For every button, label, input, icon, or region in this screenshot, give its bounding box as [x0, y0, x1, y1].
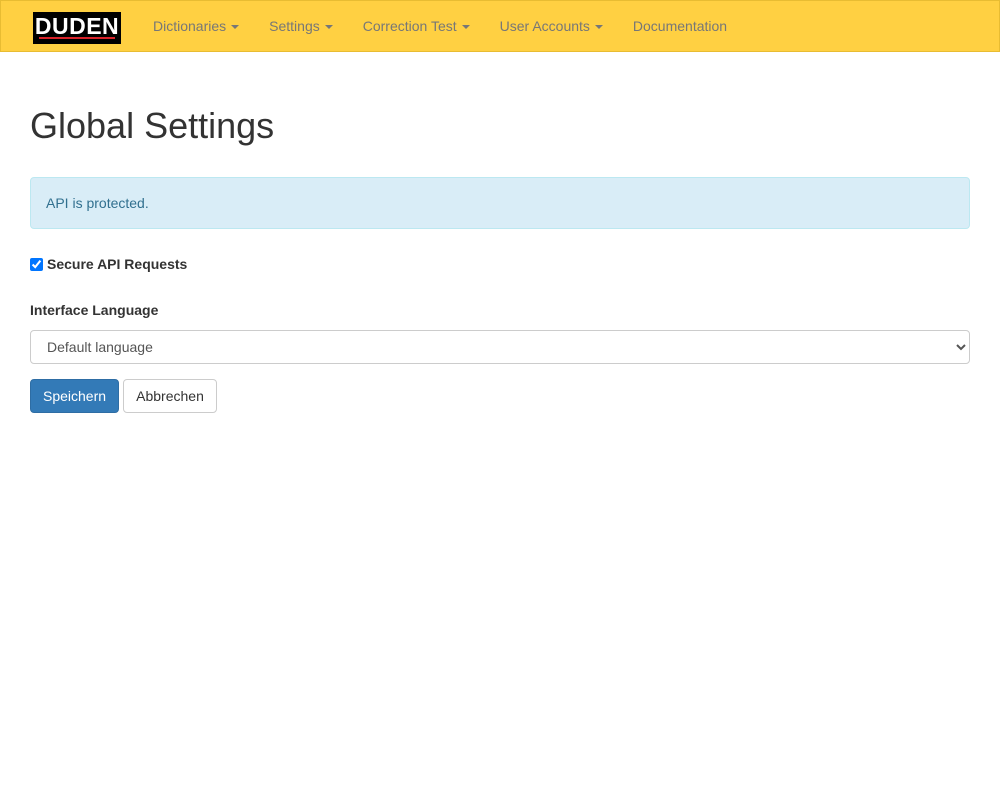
page-title: Global Settings	[30, 105, 275, 146]
alert-text: API is protected.	[46, 195, 149, 211]
nav-item-documentation[interactable]: Documentation	[618, 1, 742, 51]
nav-item-label: Documentation	[632, 18, 728, 34]
nav-item-settings[interactable]: Settings	[254, 1, 348, 51]
interface-language-select[interactable]: Default language	[30, 330, 970, 364]
top-navbar: DUDEN Dictionaries Settings Correction T…	[0, 0, 1000, 52]
secure-api-row: Secure API Requests	[30, 254, 187, 274]
info-alert: API is protected.	[30, 177, 970, 229]
nav-item-label: Settings	[269, 18, 320, 34]
caret-down-icon	[594, 25, 603, 30]
nav-item-label: Dictionaries	[153, 18, 227, 34]
cancel-button[interactable]: Abbrechen	[123, 379, 217, 413]
caret-down-icon	[461, 25, 470, 30]
caret-down-icon	[231, 25, 240, 30]
nav-menu: Dictionaries Settings Correction Test Us…	[138, 1, 742, 51]
interface-language-label: Interface Language	[30, 302, 159, 318]
nav-item-dictionaries[interactable]: Dictionaries	[138, 1, 254, 51]
logo-text: DUDEN	[34, 13, 120, 39]
nav-item-label: User Accounts	[499, 18, 590, 34]
duden-logo[interactable]: DUDEN	[33, 12, 121, 44]
logo-underline	[39, 37, 115, 39]
nav-item-user-accounts[interactable]: User Accounts	[485, 1, 618, 51]
nav-item-correction-test[interactable]: Correction Test	[348, 1, 485, 51]
caret-down-icon	[324, 25, 333, 30]
nav-item-label: Correction Test	[362, 18, 457, 34]
secure-api-label[interactable]: Secure API Requests	[47, 256, 187, 272]
save-button[interactable]: Speichern	[30, 379, 119, 413]
secure-api-checkbox[interactable]	[30, 257, 43, 271]
